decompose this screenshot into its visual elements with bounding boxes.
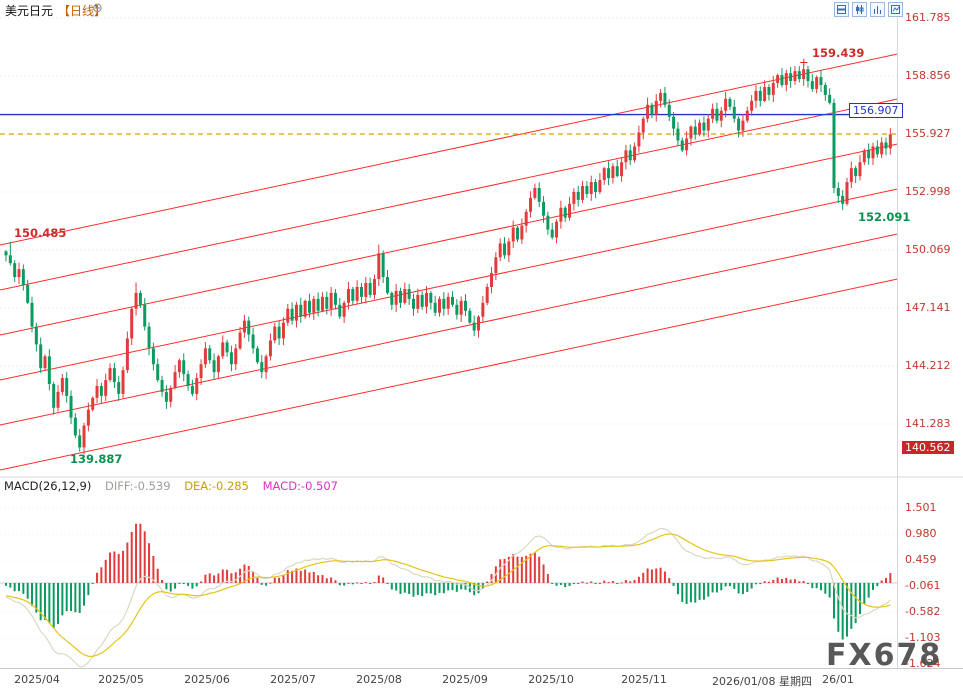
macd-diff-value: DIFF:-0.539 — [105, 479, 171, 493]
grid-view-icon[interactable] — [834, 2, 849, 17]
bottom-low-label: 139.887 — [70, 452, 122, 466]
macd-axis-label: 0.980 — [905, 527, 937, 540]
topbar: 美元日元 【日线】 ⊕ — [0, 0, 963, 18]
crosshair-price-tag: 140.562 — [902, 441, 954, 454]
peak-high-label: 159.439 — [812, 46, 864, 60]
screenshot-icon[interactable] — [888, 2, 903, 17]
bar-view-icon[interactable] — [870, 2, 885, 17]
macd-axis-label: 1.501 — [905, 501, 937, 514]
macd-indicator-label: MACD(26,12,9) — [4, 479, 91, 493]
peak-marker-icon: + — [799, 55, 809, 69]
macd-axis-label: 0.459 — [905, 553, 937, 566]
macd-axis-label: -0.061 — [905, 579, 940, 592]
candle-view-icon[interactable] — [852, 2, 867, 17]
chart-window: 美元日元 【日线】 ⊕ 161.785158.856155.927152.998… — [0, 0, 963, 696]
diff-line — [6, 528, 890, 666]
chart-toolbar — [834, 2, 903, 17]
magnifier-icon[interactable]: ⊕ — [92, 1, 103, 16]
trend-channel-lines — [0, 54, 897, 470]
macd-dea-value: DEA:-0.285 — [184, 479, 249, 493]
macd-macd-value: MACD:-0.507 — [263, 479, 338, 493]
price-gridlines — [0, 18, 897, 424]
time-axis-label: 26/01 — [768, 673, 908, 686]
left-high-label: 150.485 — [14, 226, 66, 240]
chart-canvas[interactable] — [0, 0, 963, 696]
pullback-low-label: 152.091 — [858, 210, 910, 224]
fx678-watermark: FX678 — [826, 638, 942, 673]
macd-legend: MACD(26,12,9) DIFF:-0.539 DEA:-0.285 MAC… — [4, 479, 348, 493]
instrument-title: 美元日元 — [5, 2, 53, 19]
macd-axis-label: -0.582 — [905, 605, 940, 618]
time-axis: 2025/042025/052025/062025/072025/082025/… — [0, 673, 963, 689]
macd-axis: 1.5010.9800.459-0.061-0.582-1.103-1.624 — [899, 0, 963, 696]
hline-price-tag[interactable]: 156.907 — [849, 103, 903, 118]
